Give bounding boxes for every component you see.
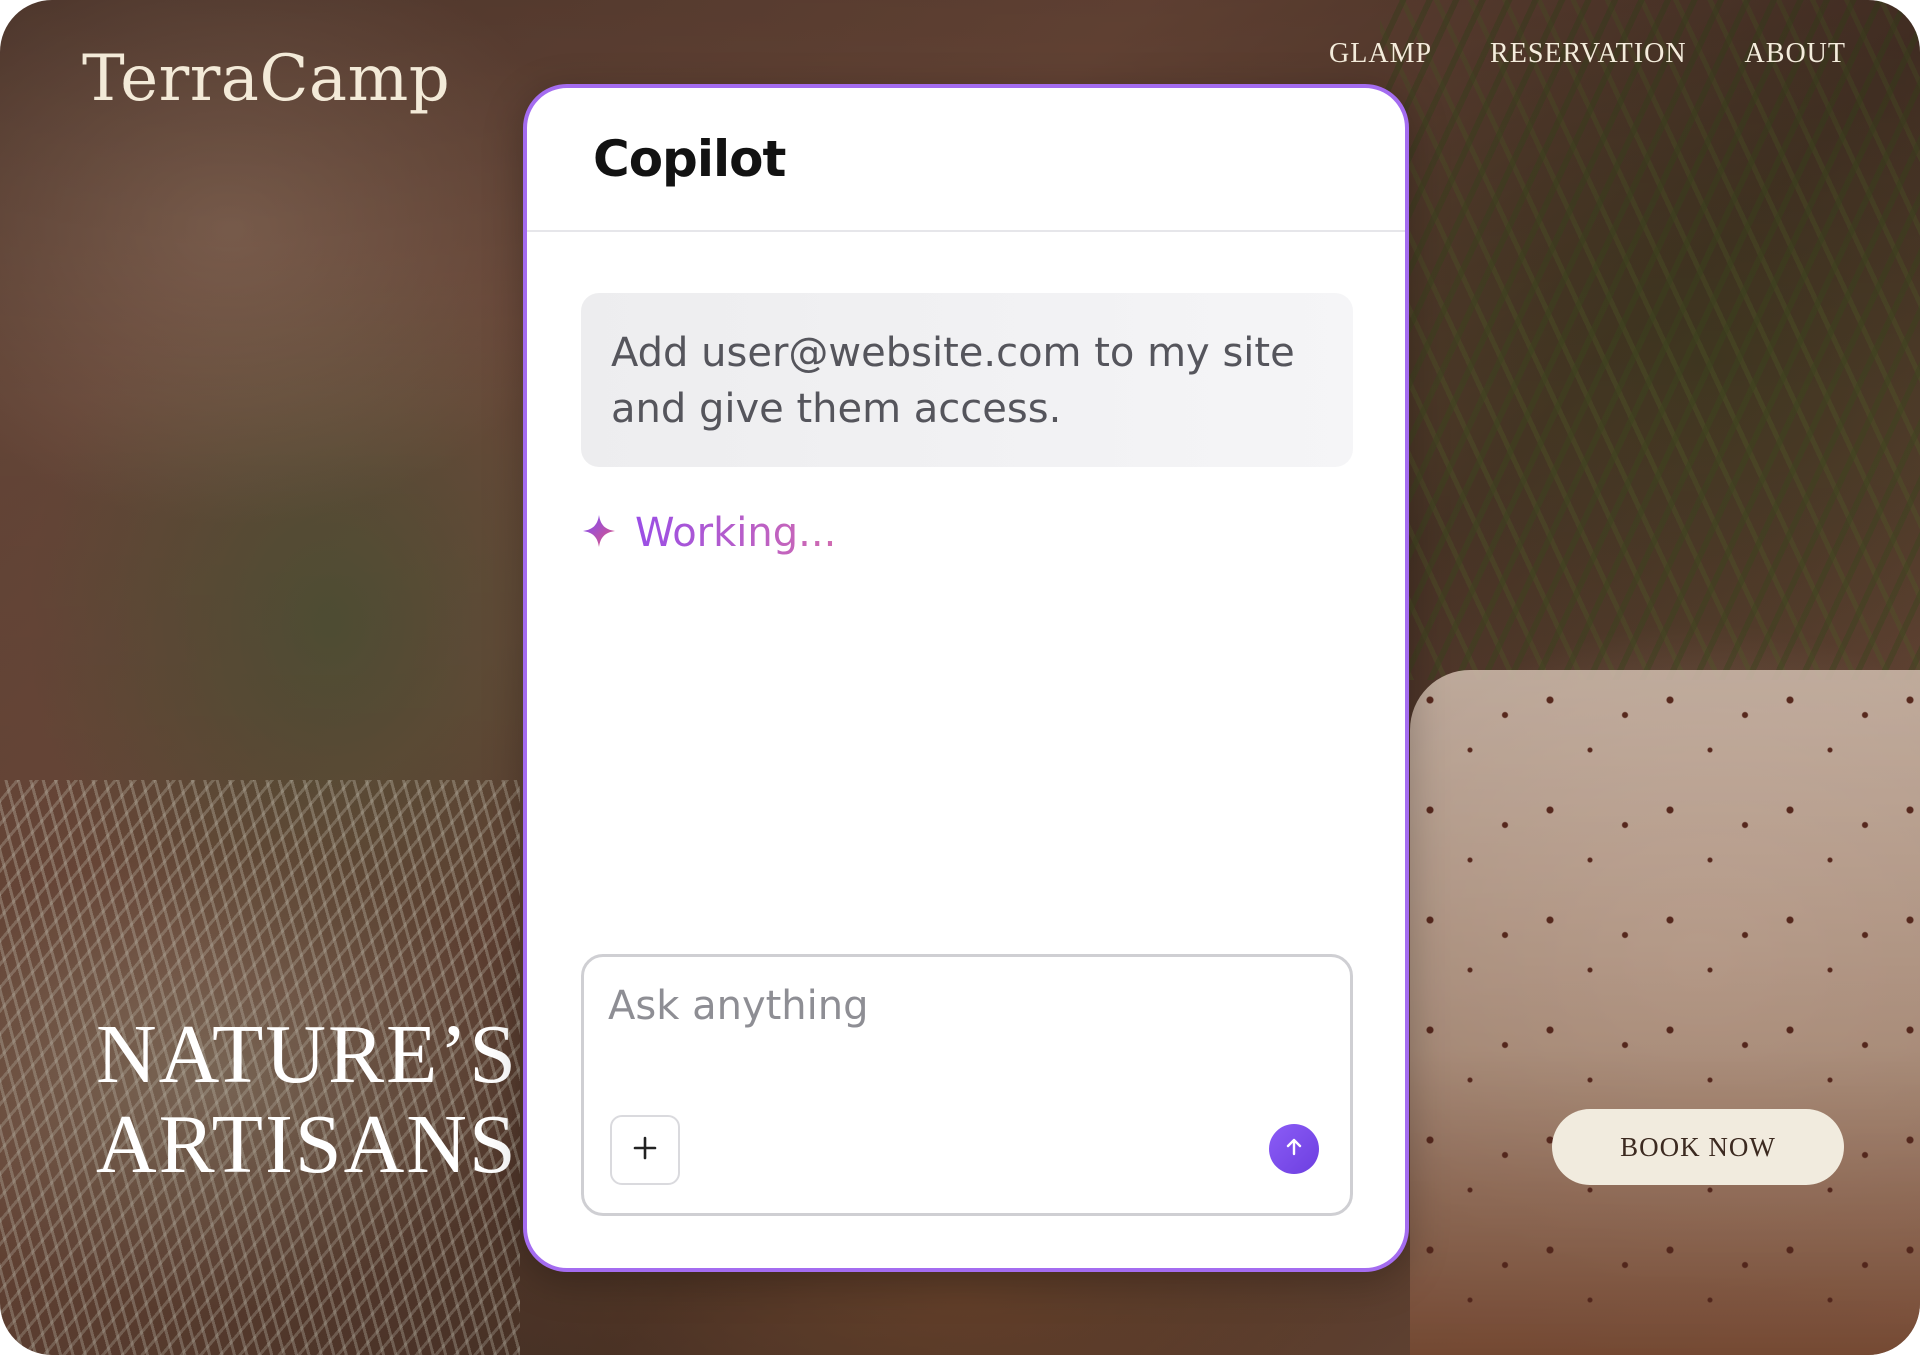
site-logo[interactable]: TerraCamp	[82, 42, 450, 116]
add-attachment-button[interactable]	[610, 1115, 680, 1185]
plus-icon	[631, 1134, 659, 1167]
copilot-status: Working...	[581, 510, 836, 556]
hero-title-line-1: NATURE’S	[96, 1008, 519, 1101]
arrow-up-icon	[1283, 1136, 1305, 1163]
status-text: Working...	[635, 510, 837, 556]
copilot-panel: Copilot Add user@website.com to my site …	[523, 84, 1409, 1272]
nav-item-about[interactable]: ABOUT	[1745, 38, 1846, 70]
sparkle-icon	[581, 513, 617, 554]
hero-title: NATURE’S ARTISANS	[96, 1010, 518, 1190]
send-button[interactable]	[1269, 1124, 1319, 1174]
ask-input[interactable]	[608, 983, 1308, 1029]
composer	[581, 954, 1353, 1216]
nav-item-reservation[interactable]: RESERVATION	[1490, 38, 1687, 70]
site-nav: GLAMP RESERVATION ABOUT	[1329, 38, 1846, 70]
copilot-header: Copilot	[527, 88, 1405, 232]
nav-item-glamp[interactable]: GLAMP	[1329, 38, 1432, 70]
user-message-bubble: Add user@website.com to my site and give…	[581, 293, 1353, 467]
hero-title-line-2: ARTISANS	[96, 1098, 518, 1191]
copilot-title: Copilot	[593, 130, 786, 188]
book-now-button[interactable]: BOOK NOW	[1552, 1109, 1844, 1185]
